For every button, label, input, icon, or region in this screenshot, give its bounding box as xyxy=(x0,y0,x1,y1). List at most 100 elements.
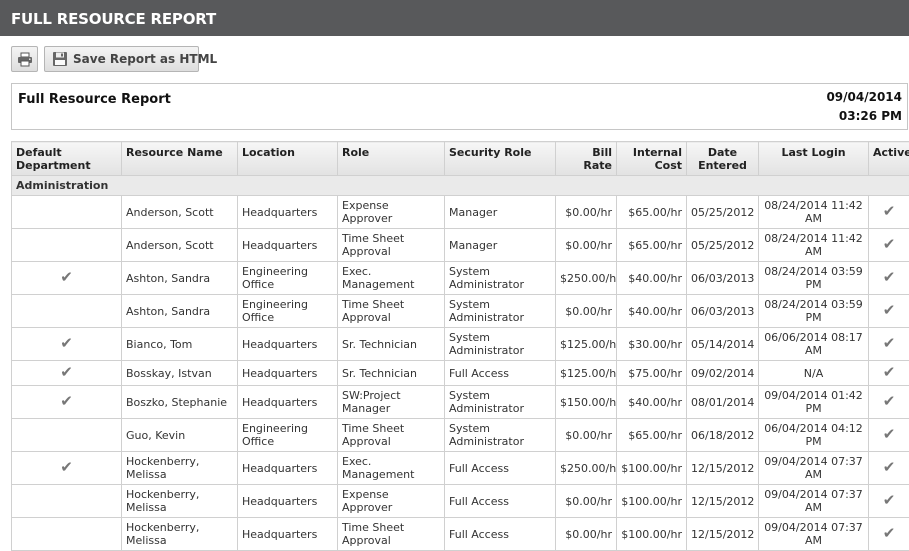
column-header-active[interactable]: Active xyxy=(869,142,909,176)
table-row[interactable]: Hockenberry, MelissaHeadquartersTime She… xyxy=(12,518,909,551)
column-header-bill-rate[interactable]: Bill Rate xyxy=(556,142,617,176)
cell-bill-rate: $0.00/hr xyxy=(556,295,617,328)
report-time: 03:26 PM xyxy=(839,109,902,123)
table-row[interactable]: Hockenberry, MelissaHeadquartersExpense … xyxy=(12,485,909,518)
checkmark-icon: ✔ xyxy=(60,458,73,476)
cell-active: ✔ xyxy=(869,518,909,551)
cell-active: ✔ xyxy=(869,361,909,386)
cell-last-login: N/A xyxy=(759,361,869,386)
cell-last-login: 08/24/2014 03:59 PM xyxy=(759,262,869,295)
cell-security-role: Full Access xyxy=(445,518,556,551)
column-header-security-role[interactable]: Security Role xyxy=(445,142,556,176)
cell-last-login: 08/24/2014 11:42 AM xyxy=(759,196,869,229)
checkmark-icon: ✔ xyxy=(883,425,896,443)
checkmark-icon: ✔ xyxy=(883,524,896,542)
cell-resource-name: Hockenberry, Melissa xyxy=(122,518,238,551)
cell-bill-rate: $0.00/hr xyxy=(556,196,617,229)
column-header-last-login[interactable]: Last Login xyxy=(759,142,869,176)
cell-resource-name: Ashton, Sandra xyxy=(122,262,238,295)
cell-security-role: System Administrator xyxy=(445,295,556,328)
cell-date-entered: 12/15/2012 xyxy=(687,518,759,551)
cell-active: ✔ xyxy=(869,229,909,262)
cell-last-login: 06/04/2014 04:12 PM xyxy=(759,419,869,452)
print-button[interactable] xyxy=(11,46,38,72)
printer-icon xyxy=(17,52,33,67)
cell-location: Engineering Office xyxy=(238,262,338,295)
checkmark-icon: ✔ xyxy=(883,301,896,319)
column-header-location[interactable]: Location xyxy=(238,142,338,176)
cell-internal-cost: $40.00/hr xyxy=(617,295,687,328)
cell-location: Headquarters xyxy=(238,196,338,229)
cell-bill-rate: $0.00/hr xyxy=(556,485,617,518)
cell-role: Sr. Technician xyxy=(338,361,445,386)
cell-active: ✔ xyxy=(869,386,909,419)
table-row[interactable]: ✔ Ashton, SandraEngineering OfficeExec. M… xyxy=(12,262,909,295)
cell-default-department xyxy=(12,196,122,229)
cell-resource-name: Bianco, Tom xyxy=(122,328,238,361)
cell-default-department xyxy=(12,518,122,551)
checkmark-icon: ✔ xyxy=(60,334,73,352)
cell-role: Exec. Management xyxy=(338,262,445,295)
cell-role: SW:Project Manager xyxy=(338,386,445,419)
cell-location: Headquarters xyxy=(238,386,338,419)
save-report-label: Save Report as HTML xyxy=(73,52,217,66)
table-row[interactable]: Anderson, ScottHeadquartersTime Sheet Ap… xyxy=(12,229,909,262)
cell-active: ✔ xyxy=(869,328,909,361)
table-row[interactable]: Ashton, SandraEngineering OfficeTime She… xyxy=(12,295,909,328)
checkmark-icon: ✔ xyxy=(60,268,73,286)
cell-security-role: Full Access xyxy=(445,452,556,485)
column-header-internal-cost[interactable]: Internal Cost xyxy=(617,142,687,176)
checkmark-icon: ✔ xyxy=(883,202,896,220)
cell-date-entered: 09/02/2014 xyxy=(687,361,759,386)
cell-internal-cost: $40.00/hr xyxy=(617,386,687,419)
column-header-resource-name[interactable]: Resource Name xyxy=(122,142,238,176)
cell-security-role: System Administrator xyxy=(445,328,556,361)
cell-role: Sr. Technician xyxy=(338,328,445,361)
cell-date-entered: 12/15/2012 xyxy=(687,485,759,518)
table-row[interactable]: ✔Hockenberry, MelissaHeadquartersExec. M… xyxy=(12,452,909,485)
cell-default-department xyxy=(12,485,122,518)
table-row[interactable]: ✔Bianco, TomHeadquartersSr. TechnicianSy… xyxy=(12,328,909,361)
cell-bill-rate: $125.00/hr xyxy=(556,361,617,386)
table-header-row: Default Department Resource Name Locatio… xyxy=(12,142,909,176)
table-row[interactable]: ✔Bosskay, IstvanHeadquartersSr. Technici… xyxy=(12,361,909,386)
cell-date-entered: 05/14/2014 xyxy=(687,328,759,361)
cell-date-entered: 06/03/2013 xyxy=(687,295,759,328)
cell-internal-cost: $65.00/hr xyxy=(617,419,687,452)
cell-security-role: Manager xyxy=(445,229,556,262)
cell-location: Headquarters xyxy=(238,452,338,485)
cell-security-role: Full Access xyxy=(445,361,556,386)
cell-last-login: 08/24/2014 11:42 AM xyxy=(759,229,869,262)
cell-active: ✔ xyxy=(869,452,909,485)
cell-internal-cost: $100.00/hr xyxy=(617,452,687,485)
cell-security-role: Full Access xyxy=(445,485,556,518)
cell-role: Time Sheet Approval xyxy=(338,229,445,262)
checkmark-icon: ✔ xyxy=(883,491,896,509)
column-header-date-entered[interactable]: Date Entered xyxy=(687,142,759,176)
column-header-default-department[interactable]: Default Department xyxy=(12,142,122,176)
table-row[interactable]: ✔ Boszko, StephanieHeadquartersSW:Project… xyxy=(12,386,909,419)
cell-role: Time Sheet Approval xyxy=(338,518,445,551)
cell-active: ✔ xyxy=(869,419,909,452)
cell-role: Time Sheet Approval xyxy=(338,295,445,328)
cell-active: ✔ xyxy=(869,485,909,518)
group-row-administration: Administration xyxy=(12,176,909,196)
cell-security-role: System Administrator xyxy=(445,386,556,419)
group-label: Administration xyxy=(12,176,909,196)
table-row[interactable]: Guo, KevinEngineering OfficeTime Sheet A… xyxy=(12,419,909,452)
cell-default-department: ✔ xyxy=(12,328,122,361)
table-row[interactable]: Anderson, ScottHeadquartersExpense Appro… xyxy=(12,196,909,229)
cell-date-entered: 05/25/2012 xyxy=(687,229,759,262)
cell-bill-rate: $0.00/hr xyxy=(556,518,617,551)
cell-resource-name: Boszko, Stephanie xyxy=(122,386,238,419)
cell-date-entered: 08/01/2014 xyxy=(687,386,759,419)
column-header-role[interactable]: Role xyxy=(338,142,445,176)
cell-date-entered: 12/15/2012 xyxy=(687,452,759,485)
floppy-disk-icon xyxy=(52,51,68,67)
save-report-button[interactable]: Save Report as HTML xyxy=(44,46,199,72)
cell-last-login: 08/24/2014 03:59 PM xyxy=(759,295,869,328)
cell-date-entered: 06/03/2013 xyxy=(687,262,759,295)
cell-last-login: 09/04/2014 07:37 AM xyxy=(759,452,869,485)
cell-date-entered: 06/18/2012 xyxy=(687,419,759,452)
resource-table: Default Department Resource Name Locatio… xyxy=(11,141,909,551)
